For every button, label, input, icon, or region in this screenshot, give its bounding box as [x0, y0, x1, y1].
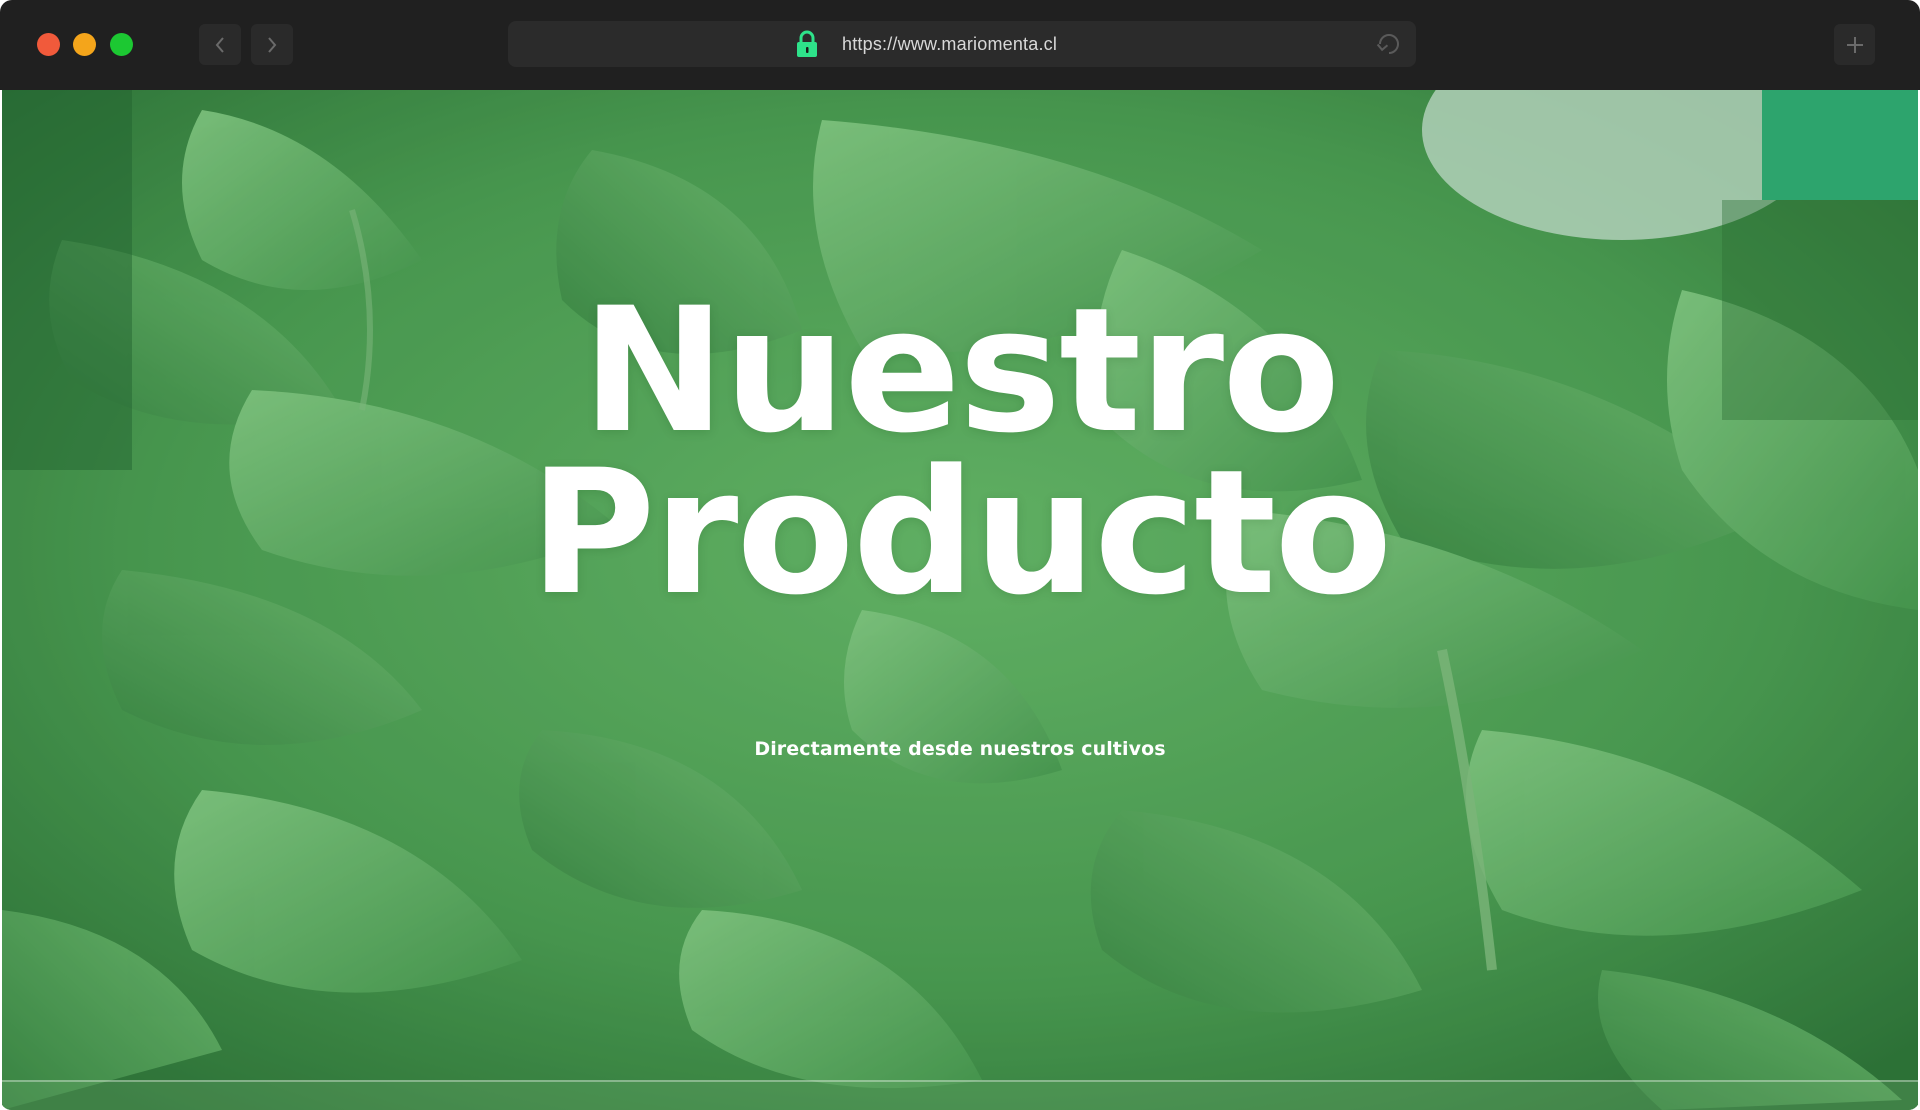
hero-title-line-1: Nuestro [581, 270, 1341, 471]
close-window-button[interactable] [37, 33, 60, 56]
chevron-left-icon [215, 36, 224, 53]
minimize-window-button[interactable] [73, 33, 96, 56]
reload-icon[interactable] [1376, 31, 1402, 57]
url-text: https://www.mariomenta.cl [842, 34, 1058, 54]
chevron-right-icon [268, 36, 277, 53]
plus-icon [1846, 36, 1863, 53]
browser-titlebar: https://www.mariomenta.cl [0, 0, 1920, 90]
new-tab-button[interactable] [1834, 24, 1875, 65]
hero-title: Nuestro Producto [2, 270, 1918, 633]
back-button[interactable] [199, 24, 241, 65]
hero-subtitle: Directamente desde nuestros cultivos [754, 738, 1166, 760]
hero-section: Nuestro Producto Directamente desde nues… [2, 90, 1918, 1110]
address-bar[interactable]: https://www.mariomenta.cl [508, 21, 1416, 67]
hero-bottom-strip [2, 1080, 1918, 1110]
lock-icon [797, 30, 817, 57]
forward-button[interactable] [251, 24, 293, 65]
maximize-window-button[interactable] [110, 33, 133, 56]
hero-title-line-2: Producto [529, 432, 1393, 633]
browser-window: https://www.mariomenta.cl Nuestro Produc… [0, 0, 1920, 1110]
